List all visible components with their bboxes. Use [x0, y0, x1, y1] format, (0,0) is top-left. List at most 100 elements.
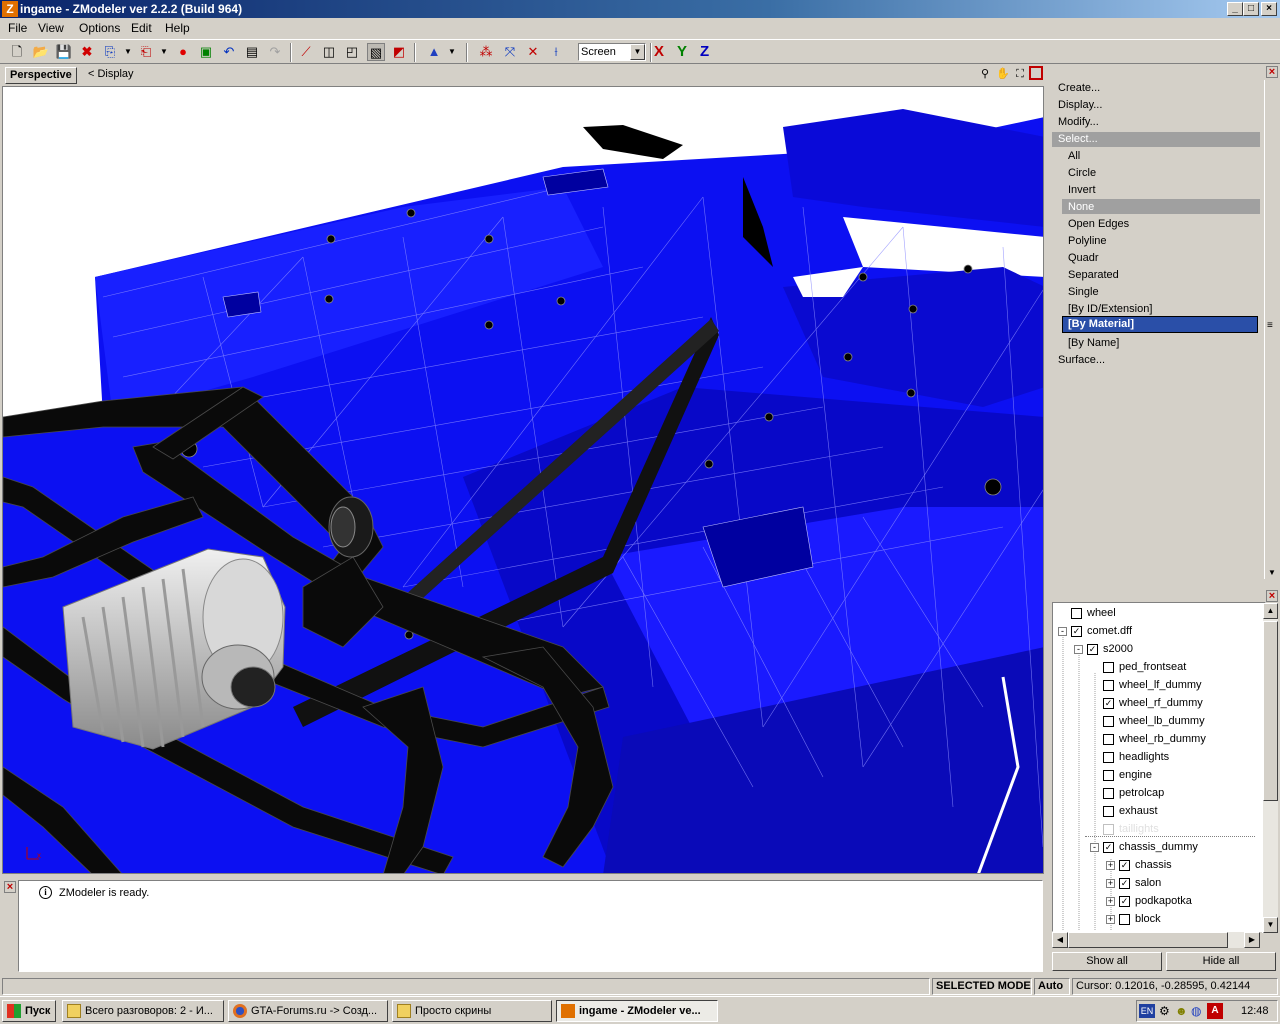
visibility-checkbox[interactable]: ✓: [1071, 626, 1082, 637]
visibility-checkbox[interactable]: ✓: [1103, 698, 1114, 709]
visibility-checkbox[interactable]: [1103, 680, 1114, 691]
axis-y-toggle[interactable]: Y: [677, 43, 687, 61]
visibility-checkbox[interactable]: [1071, 608, 1082, 619]
menu-edit[interactable]: Edit: [131, 18, 152, 38]
display-toggle[interactable]: < Display: [88, 68, 134, 80]
menu-file[interactable]: File: [8, 18, 27, 38]
visibility-checkbox[interactable]: [1103, 788, 1114, 799]
command-item[interactable]: Create...: [1058, 82, 1100, 94]
chevron-down-icon[interactable]: ▼: [119, 43, 137, 61]
visibility-checkbox[interactable]: ✓: [1087, 644, 1098, 655]
network-icon[interactable]: ⚙: [1159, 1004, 1170, 1018]
hierarchy-scrollbar[interactable]: ▲ ▼: [1262, 603, 1278, 933]
axis-z-toggle[interactable]: Z: [700, 43, 709, 61]
chevron-down-icon[interactable]: ▼: [155, 43, 173, 61]
close-icon[interactable]: ×: [1266, 66, 1278, 78]
viewport-tab[interactable]: Perspective: [5, 67, 77, 84]
collapse-icon[interactable]: -: [1074, 645, 1083, 654]
command-item[interactable]: [By Name]: [1068, 337, 1119, 349]
close-icon[interactable]: ×: [4, 881, 16, 893]
command-item[interactable]: Separated: [1068, 269, 1119, 281]
chevron-up-icon[interactable]: ▲: [1263, 603, 1278, 619]
show-all-button[interactable]: Show all: [1052, 952, 1162, 971]
start-button[interactable]: Пуск: [2, 1000, 56, 1022]
chevron-down-icon[interactable]: ▼: [630, 44, 645, 60]
visibility-checkbox[interactable]: [1103, 752, 1114, 763]
visibility-checkbox[interactable]: ✓: [1119, 860, 1130, 871]
menu-options[interactable]: Options: [79, 18, 120, 38]
visibility-checkbox[interactable]: ✓: [1119, 896, 1130, 907]
expand-icon[interactable]: +: [1106, 861, 1115, 870]
command-item[interactable]: Modify...: [1058, 116, 1099, 128]
grip-icon[interactable]: ≡: [1267, 320, 1273, 331]
render-icon[interactable]: ▣: [197, 43, 215, 61]
command-item[interactable]: Open Edges: [1068, 218, 1129, 230]
properties-icon[interactable]: ▤: [243, 43, 261, 61]
visibility-checkbox[interactable]: [1103, 662, 1114, 673]
taskbar-button[interactable]: GTA-Forums.ru -> Созд...: [228, 1000, 388, 1022]
maximize-viewport-icon[interactable]: [1029, 66, 1043, 80]
record-icon[interactable]: ●: [174, 43, 192, 61]
scroll-thumb[interactable]: [1263, 621, 1278, 801]
chevron-down-icon[interactable]: ▼: [443, 43, 461, 61]
select-tool-icon[interactable]: ⁂: [477, 43, 495, 61]
tray-vpn-icon[interactable]: ◍: [1191, 1004, 1201, 1018]
command-item[interactable]: Circle: [1068, 167, 1096, 179]
hide-all-button[interactable]: Hide all: [1166, 952, 1276, 971]
pyramid-icon[interactable]: ▲: [425, 43, 443, 61]
undo-icon[interactable]: ↶: [220, 43, 238, 61]
move-axis-icon[interactable]: ⤧: [501, 43, 519, 61]
command-item[interactable]: [By ID/Extension]: [1068, 303, 1152, 315]
command-item[interactable]: Polyline: [1068, 235, 1107, 247]
vertex-mode-icon[interactable]: ⟋: [297, 43, 315, 61]
pan-hand-icon[interactable]: ✋: [995, 66, 1011, 82]
visibility-checkbox[interactable]: [1103, 716, 1114, 727]
antivirus-icon[interactable]: A: [1207, 1003, 1223, 1019]
chevron-down-icon[interactable]: ▼: [1263, 917, 1278, 933]
view-select[interactable]: Screen ▼: [578, 43, 646, 61]
language-indicator[interactable]: EN: [1139, 1004, 1155, 1018]
command-item[interactable]: All: [1068, 150, 1080, 162]
tree-item[interactable]: taillights: [1085, 821, 1255, 837]
object-mode-icon[interactable]: ◰: [343, 43, 361, 61]
command-item[interactable]: Single: [1068, 286, 1099, 298]
visibility-checkbox[interactable]: [1119, 914, 1130, 925]
tray-app-icon[interactable]: ☻: [1175, 1004, 1188, 1018]
command-item[interactable]: Invert: [1068, 184, 1096, 196]
hscroll-thumb[interactable]: [1068, 932, 1228, 948]
fit-view-icon[interactable]: ⛶: [1012, 66, 1028, 82]
status-auto[interactable]: Auto: [1034, 978, 1070, 995]
menu-view[interactable]: View: [38, 18, 64, 38]
delete-icon[interactable]: ✖: [78, 43, 96, 61]
visibility-checkbox[interactable]: [1103, 824, 1114, 835]
redo-icon[interactable]: ↷: [266, 43, 284, 61]
rotate-axis-icon[interactable]: ✕: [524, 43, 542, 61]
cube-mode-icon[interactable]: ▧: [367, 43, 385, 61]
perspective-viewport[interactable]: x: [2, 86, 1044, 874]
collapse-icon[interactable]: -: [1058, 627, 1067, 636]
expand-icon[interactable]: +: [1106, 897, 1115, 906]
command-item[interactable]: Surface...: [1058, 354, 1105, 366]
maximize-button[interactable]: □: [1243, 2, 1259, 16]
new-file-icon[interactable]: 🗋: [8, 43, 26, 61]
import-icon[interactable]: ⎘: [101, 43, 119, 61]
chevron-left-icon[interactable]: ◀: [1052, 932, 1068, 948]
taskbar-button[interactable]: Просто скрины: [392, 1000, 552, 1022]
menu-help[interactable]: Help: [165, 18, 190, 38]
command-item[interactable]: [By Material]: [1068, 318, 1134, 330]
close-button[interactable]: ×: [1261, 2, 1277, 16]
command-panel-scrollbar[interactable]: ≡ ▼: [1264, 80, 1279, 579]
taskbar-button[interactable]: Всего разговоров: 2 - И...: [62, 1000, 224, 1022]
zmodeler-icon[interactable]: Z: [2, 1, 18, 17]
visibility-checkbox[interactable]: [1103, 806, 1114, 817]
visibility-checkbox[interactable]: ✓: [1103, 842, 1114, 853]
collapse-icon[interactable]: -: [1090, 843, 1099, 852]
visibility-checkbox[interactable]: ✓: [1119, 878, 1130, 889]
taskbar-button[interactable]: ingame - ZModeler ve...: [556, 1000, 718, 1022]
scale-axis-icon[interactable]: ⟊: [547, 43, 565, 61]
face-mode-icon[interactable]: ◫: [320, 43, 338, 61]
command-item[interactable]: None: [1068, 201, 1094, 213]
visibility-checkbox[interactable]: [1103, 770, 1114, 781]
visibility-checkbox[interactable]: [1103, 734, 1114, 745]
close-icon[interactable]: ×: [1266, 590, 1278, 602]
